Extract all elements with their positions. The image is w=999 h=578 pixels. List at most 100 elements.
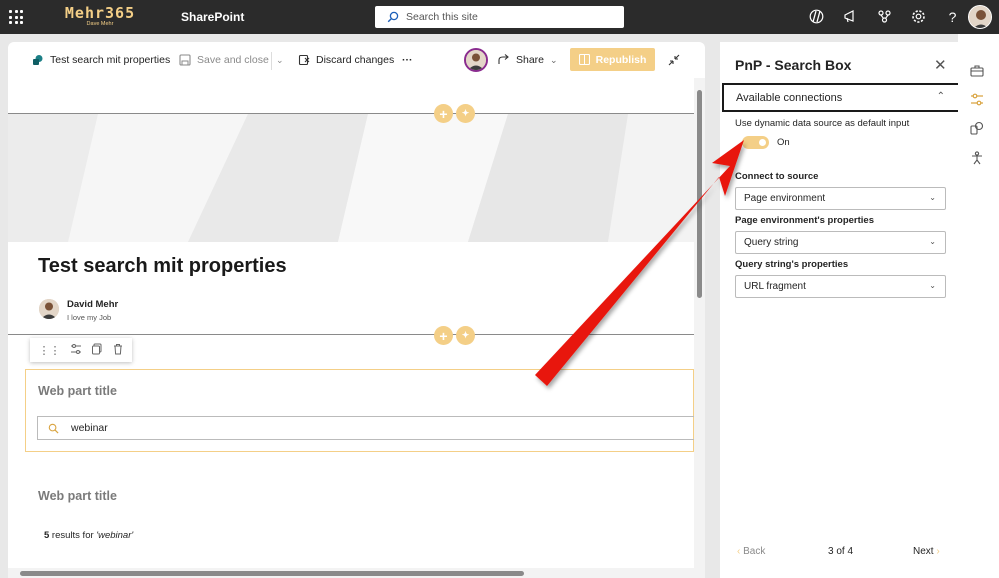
toggle-knob <box>759 139 766 146</box>
discard-icon <box>298 54 310 66</box>
webpart-title[interactable]: Web part title <box>38 384 117 398</box>
properties-icon[interactable] <box>969 92 984 107</box>
page-name-item[interactable]: Test search mit properties <box>32 42 170 78</box>
duplicate-icon[interactable] <box>91 343 103 358</box>
webpart-search-input[interactable]: webinar <box>37 416 697 440</box>
env-properties-value: Query string <box>744 237 799 248</box>
page-step-indicator: 3 of 4 <box>828 546 854 557</box>
sharepoint-page-icon <box>33 55 43 65</box>
chevron-left-icon: ‹ <box>737 546 741 557</box>
chevron-up-icon: ⌃ <box>936 91 945 102</box>
collapse-icon[interactable] <box>668 42 680 78</box>
connect-source-value: Page environment <box>744 193 826 204</box>
chevron-down-icon: ⌄ <box>929 281 936 290</box>
drag-handle-icon[interactable]: ⋮⋮ <box>39 344 61 357</box>
accessibility-icon[interactable] <box>969 150 984 165</box>
chevron-right-icon: › <box>936 546 940 557</box>
search-icon <box>48 423 59 434</box>
vertical-scroll-thumb[interactable] <box>697 90 702 298</box>
right-rail <box>958 34 999 578</box>
chevron-down-icon: ⌄ <box>929 237 936 246</box>
save-and-close-label: Save and close <box>197 54 269 66</box>
section-divider <box>8 334 694 335</box>
dynamic-source-toggle[interactable] <box>742 136 769 149</box>
page-title[interactable]: Test search mit properties <box>38 255 287 278</box>
results-text: results for <box>49 530 97 541</box>
settings-gear-icon[interactable] <box>910 8 927 25</box>
accordion-label: Available connections <box>736 91 843 104</box>
discard-changes-button[interactable]: Discard changes <box>298 42 394 78</box>
suite-bar: Mehr365 Dave Mehr SharePoint Search this… <box>0 0 999 34</box>
available-connections-accordion[interactable]: Available connections ⌃ <box>722 83 960 112</box>
edit-properties-icon[interactable] <box>70 343 82 358</box>
toolbox-icon[interactable] <box>969 63 984 78</box>
search-icon <box>387 11 399 23</box>
author-name: David Mehr <box>67 299 119 310</box>
copilot-icon[interactable] <box>808 8 825 25</box>
next-label: Next <box>913 546 934 557</box>
query-string-properties-label: Query string's properties <box>735 259 849 270</box>
logo-subtext: Dave Mehr <box>86 21 114 27</box>
section-ai-icon[interactable]: ✦ <box>456 326 475 345</box>
results-query: 'webinar' <box>96 530 134 541</box>
republish-icon <box>578 54 590 65</box>
search-box-webpart[interactable]: Web part title webinar <box>25 369 697 452</box>
app-launcher-icon[interactable] <box>9 10 23 24</box>
connect-source-label: Connect to source <box>735 171 819 182</box>
save-and-close-button[interactable]: Save and close <box>179 42 269 78</box>
next-button[interactable]: Next › <box>913 546 940 557</box>
share-label: Share <box>516 54 545 66</box>
editor-avatar[interactable] <box>464 48 488 72</box>
results-webpart-title[interactable]: Web part title <box>38 489 117 503</box>
site-search-input[interactable]: Search this site <box>375 6 624 28</box>
save-options-chevron-icon[interactable]: ⌄ <box>276 42 284 78</box>
command-separator <box>271 52 272 70</box>
megaphone-icon[interactable] <box>842 8 859 25</box>
add-section-button[interactable]: + <box>434 326 453 345</box>
share-network-icon[interactable] <box>876 8 893 25</box>
dynamic-source-toggle-label: Use dynamic data source as default input <box>735 118 910 129</box>
vertical-scrollbar[interactable] <box>694 78 705 578</box>
webpart-toolbar: ⋮⋮ <box>30 338 132 362</box>
results-summary: 5 results for 'webinar' <box>44 530 133 541</box>
toggle-state-label: On <box>777 137 790 148</box>
republish-button[interactable]: Republish <box>570 48 655 71</box>
horizontal-scroll-thumb[interactable] <box>20 571 524 576</box>
back-button[interactable]: ‹ Back <box>737 546 765 557</box>
section-ai-icon[interactable]: ✦ <box>456 104 475 123</box>
env-properties-label: Page environment's properties <box>735 215 874 226</box>
query-string-properties-value: URL fragment <box>744 281 806 292</box>
chevron-down-icon: ⌄ <box>929 193 936 202</box>
query-string-properties-dropdown[interactable]: URL fragment ⌄ <box>735 275 946 298</box>
share-button[interactable]: Share ⌄ <box>498 42 558 78</box>
add-section-button[interactable]: + <box>434 104 453 123</box>
hero-banner-image <box>8 114 694 242</box>
share-icon <box>498 54 509 64</box>
page-editor-canvas: Test search mit properties Save and clos… <box>8 42 705 578</box>
horizontal-scrollbar[interactable] <box>8 568 694 578</box>
save-icon <box>179 54 191 66</box>
pane-title: PnP - Search Box <box>735 57 852 73</box>
delete-icon[interactable] <box>112 343 124 358</box>
page-name-label: Test search mit properties <box>50 54 171 66</box>
search-placeholder: Search this site <box>406 11 478 23</box>
command-bar: Test search mit properties Save and clos… <box>8 42 705 78</box>
logo-text: Mehr365 <box>64 4 136 22</box>
user-avatar[interactable] <box>968 5 992 29</box>
discard-changes-label: Discard changes <box>316 54 395 66</box>
close-icon[interactable]: ✕ <box>934 56 947 74</box>
author-avatar <box>39 299 59 319</box>
connect-source-dropdown[interactable]: Page environment ⌄ <box>735 187 946 210</box>
help-icon[interactable]: ? <box>944 8 961 25</box>
back-label: Back <box>743 546 766 557</box>
env-properties-dropdown[interactable]: Query string ⌄ <box>735 231 946 254</box>
app-name-link[interactable]: SharePoint <box>181 10 244 24</box>
more-options-button[interactable]: ··· <box>402 42 413 78</box>
site-logo[interactable]: Mehr365 Dave Mehr <box>58 5 142 31</box>
webpart-search-value: webinar <box>71 422 108 434</box>
section-divider <box>8 113 694 114</box>
author-role: I love my Job <box>67 313 112 322</box>
share-chevron-icon: ⌄ <box>550 54 558 65</box>
design-ideas-icon[interactable] <box>969 120 984 135</box>
republish-label: Republish <box>595 53 647 66</box>
